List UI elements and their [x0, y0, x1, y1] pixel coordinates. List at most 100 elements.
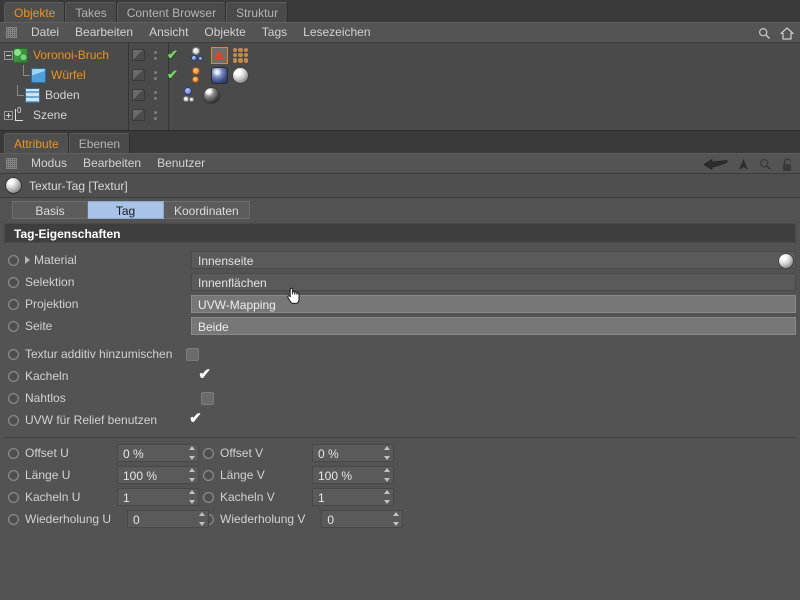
chevron-right-icon[interactable]	[25, 256, 30, 264]
wiederholung-v-input[interactable]: 0	[321, 510, 404, 528]
expander-minus-icon[interactable]	[4, 50, 13, 60]
laenge-u-input[interactable]: 100 %	[117, 466, 199, 484]
offset-v-input[interactable]: 0 %	[312, 444, 394, 462]
animation-keyframe-dot[interactable]	[203, 447, 214, 459]
tag-fracture-icon[interactable]	[210, 46, 228, 64]
animation-keyframe-dot[interactable]	[8, 414, 19, 426]
object-row-columns	[128, 85, 800, 105]
object-tree[interactable]: Voronoi-Bruch ✔ Würfel ✔ Boden 0 Szene	[0, 43, 800, 131]
layer-swatch[interactable]	[132, 89, 145, 101]
menu-tags[interactable]: Tags	[254, 22, 295, 43]
subtab-tag[interactable]: Tag	[88, 201, 164, 219]
animation-keyframe-dot[interactable]	[203, 491, 214, 503]
history-arrow-icon[interactable]	[704, 158, 728, 171]
animation-keyframe-dot[interactable]	[8, 392, 19, 404]
textur-additiv-checkbox[interactable]	[186, 347, 200, 361]
layer-swatch[interactable]	[132, 109, 145, 121]
projektion-dropdown[interactable]: UVW-Mapping	[191, 295, 796, 313]
object-label: Voronoi-Bruch	[33, 48, 110, 62]
search-icon[interactable]	[758, 27, 771, 40]
offset-v-value: 0 %	[318, 447, 339, 461]
menubar-grip-handle[interactable]	[6, 27, 17, 38]
tag-material-icon[interactable]	[203, 86, 220, 104]
animation-keyframe-dot[interactable]	[8, 491, 19, 503]
tab-objekte[interactable]: Objekte	[4, 2, 66, 22]
animation-keyframe-dot[interactable]	[203, 469, 214, 481]
offset-u-input[interactable]: 0 %	[117, 444, 199, 462]
menu-datei[interactable]: Datei	[23, 22, 67, 43]
leader-dots	[80, 276, 185, 288]
tab-takes[interactable]: Takes	[65, 2, 117, 22]
tab-attribute-label: Attribute	[14, 137, 59, 151]
menubar-grip-handle[interactable]	[6, 158, 17, 169]
scene-superscript: 0	[17, 106, 22, 115]
seite-dropdown[interactable]: Beide	[191, 317, 796, 335]
material-preview-icon[interactable]	[778, 253, 794, 268]
menu-bearbeiten[interactable]: Bearbeiten	[75, 153, 149, 174]
kacheln-u-input[interactable]: 1	[117, 488, 199, 506]
laenge-v-value: 100 %	[318, 469, 353, 483]
menu-bearbeiten[interactable]: Bearbeiten	[67, 22, 141, 43]
subtab-basis[interactable]: Basis	[12, 201, 88, 219]
tab-struktur[interactable]: Struktur	[226, 2, 289, 22]
laenge-v-input[interactable]: 100 %	[312, 466, 394, 484]
tag-dynamics-icon[interactable]	[183, 86, 200, 104]
stepper-arrows-icon[interactable]	[383, 468, 390, 482]
leader-dots	[86, 491, 111, 503]
stepper-arrows-icon[interactable]	[383, 446, 390, 460]
attribute-manager-tabstrip: Attribute Ebenen	[0, 131, 800, 153]
menu-benutzer[interactable]: Benutzer	[149, 153, 213, 174]
lock-icon[interactable]	[781, 157, 794, 172]
tag-dynamics-icon[interactable]	[190, 46, 208, 64]
menu-ansicht[interactable]: Ansicht	[141, 22, 196, 43]
stepper-arrows-icon[interactable]	[188, 446, 195, 460]
tag-material-icon[interactable]	[231, 66, 249, 84]
nahtlos-checkbox[interactable]	[200, 391, 214, 405]
tab-attribute[interactable]: Attribute	[4, 133, 69, 153]
stepper-arrows-icon[interactable]	[392, 512, 399, 526]
tab-ebenen[interactable]: Ebenen	[68, 133, 131, 153]
home-icon[interactable]	[780, 27, 794, 40]
animation-keyframe-dot[interactable]	[8, 513, 19, 525]
animation-keyframe-dot[interactable]	[8, 254, 19, 266]
stepper-arrows-icon[interactable]	[198, 512, 205, 526]
uvw-relief-checkbox[interactable]	[189, 411, 202, 427]
wiederholung-u-input[interactable]: 0	[127, 510, 210, 528]
material-field[interactable]: Innenseite	[191, 251, 796, 269]
layer-swatch[interactable]	[132, 69, 145, 81]
table-row[interactable]: 0 Szene	[0, 105, 800, 125]
visibility-dots-icon[interactable]	[153, 109, 157, 121]
table-row[interactable]: Boden	[0, 85, 800, 105]
menu-objekte[interactable]: Objekte	[196, 22, 253, 43]
kacheln-v-input[interactable]: 1	[312, 488, 394, 506]
expander-plus-icon[interactable]	[4, 110, 13, 120]
stepper-arrows-icon[interactable]	[383, 490, 390, 504]
tab-content-browser[interactable]: Content Browser	[116, 2, 227, 22]
animation-keyframe-dot[interactable]	[8, 348, 19, 360]
tag-texture-icon[interactable]	[210, 66, 228, 84]
table-row[interactable]: Voronoi-Bruch ✔	[0, 45, 800, 65]
animation-keyframe-dot[interactable]	[8, 370, 19, 382]
stepper-arrows-icon[interactable]	[188, 490, 195, 504]
table-row[interactable]: Würfel ✔	[0, 65, 800, 85]
visibility-dots-icon[interactable]	[153, 69, 157, 81]
stepper-arrows-icon[interactable]	[188, 468, 195, 482]
tag-mograph-icon[interactable]	[232, 47, 249, 64]
animation-keyframe-dot[interactable]	[8, 276, 19, 288]
animation-keyframe-dot[interactable]	[8, 447, 19, 459]
selektion-field[interactable]: Innenflächen	[191, 273, 796, 291]
visibility-dots-icon[interactable]	[153, 89, 157, 101]
menu-modus[interactable]: Modus	[23, 153, 75, 174]
animation-keyframe-dot[interactable]	[8, 320, 19, 332]
search-icon[interactable]	[759, 158, 772, 171]
menu-lesezeichen[interactable]: Lesezeichen	[295, 22, 378, 43]
visibility-dots-icon[interactable]	[153, 49, 157, 61]
subtab-koordinaten[interactable]: Koordinaten	[164, 201, 250, 219]
leader-dots	[74, 447, 111, 459]
tag-dynamics-icon[interactable]	[191, 66, 208, 84]
animation-keyframe-dot[interactable]	[8, 298, 19, 310]
layer-swatch[interactable]	[132, 49, 145, 61]
animation-keyframe-dot[interactable]	[8, 469, 19, 481]
navigate-up-icon[interactable]	[737, 158, 750, 171]
kacheln-checkbox[interactable]	[198, 367, 211, 383]
